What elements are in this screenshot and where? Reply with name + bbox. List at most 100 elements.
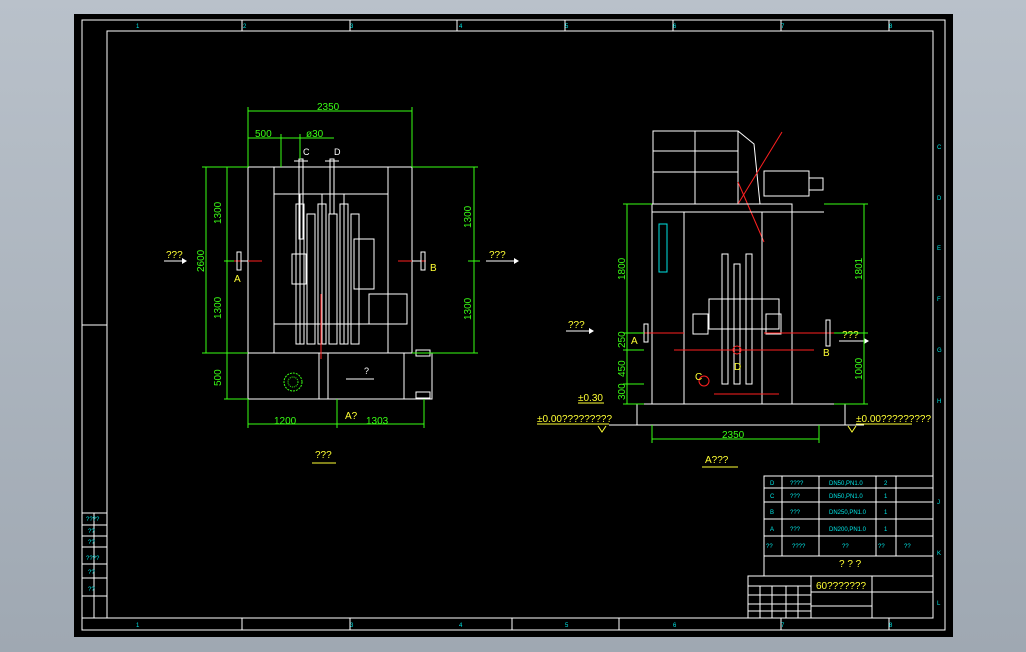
parts-table-caption: ? ? ? (839, 559, 862, 570)
side-dim-width: 2350 (722, 430, 745, 441)
parts-row-name: ??? (790, 510, 801, 516)
row-marker: H (937, 399, 941, 405)
side-base (636, 403, 846, 426)
row-marker: F (937, 297, 941, 303)
side-dim-right-lower: 1000 (854, 357, 865, 380)
col-marker: 6 (673, 24, 677, 30)
col-marker: 5 (565, 623, 569, 629)
side-view: ??? ??? A B C D 1800 250 450 300 ±0.30 ±… (537, 130, 931, 468)
side-port-b: B (823, 348, 830, 359)
side-flow-label-right: ??? (842, 330, 859, 341)
side-port-a: A (631, 336, 638, 347)
front-flow-label-right: ??? (489, 250, 506, 261)
front-port-b: B (430, 263, 437, 274)
row-marker: J (937, 500, 940, 506)
col-marker: 6 (673, 623, 677, 629)
title-block-name: 60??????? (816, 581, 866, 592)
revision-cell: ?? (88, 529, 95, 535)
front-port-d: D (334, 147, 341, 157)
side-level: ±0.30 (578, 393, 603, 404)
col-marker: 8 (889, 24, 893, 30)
parts-row-spec: DN250,PN1.0 (829, 510, 867, 516)
dim-bottom-left: 1200 (274, 416, 297, 427)
parts-row-qty: 1 (884, 527, 888, 533)
col-marker: 1 (136, 623, 140, 629)
col-marker: 1 (136, 24, 140, 30)
dim-lower-left: 1300 (213, 296, 224, 319)
revision-cell: ???? (86, 556, 100, 562)
parts-row-qty: 1 (884, 494, 888, 500)
row-marker: E (937, 246, 941, 252)
row-marker: L (937, 601, 941, 607)
front-port-c: C (303, 147, 310, 157)
parts-row-name: ???? (790, 481, 804, 487)
front-flow-label-left: ??? (166, 250, 183, 261)
dim-overall-width: 2350 (317, 102, 340, 113)
dim-bottom-right: 1303 (366, 416, 389, 427)
row-markers: C D E F G H J K L (937, 145, 942, 607)
parts-row-name: ??? (790, 527, 801, 533)
col-marker: 3 (350, 623, 354, 629)
front-note-q: ? (364, 366, 369, 376)
parts-row-mark: A (770, 527, 774, 533)
dim-total-height: 2600 (196, 249, 207, 272)
revision-cell: ?? (88, 540, 95, 546)
dim-left-offset: 500 (255, 129, 272, 140)
parts-row-spec: DN200,PN1.0 (829, 527, 867, 533)
parts-header-note: ?? (904, 544, 911, 550)
row-marker: K (937, 551, 941, 557)
front-inner-frame (273, 166, 389, 354)
parts-row-qty: 2 (884, 481, 888, 487)
row-marker: G (937, 348, 942, 354)
front-port-a: A (234, 274, 241, 285)
side-ground-left: ±0.00????????? (537, 414, 612, 425)
manhole-symbol (283, 372, 303, 392)
parts-header-spec: ?? (842, 544, 849, 550)
parts-row-mark: C (770, 494, 775, 500)
drawing-frame (81, 19, 946, 631)
side-dim-250: 250 (617, 331, 628, 348)
dim-upper-left: 1300 (213, 201, 224, 224)
top-column-markers: 1 2 3 4 5 6 7 8 (136, 24, 893, 30)
col-marker: 5 (565, 24, 569, 30)
front-view: ? ??? ??? A B C D 2350 500 ø30 2600 1300… (164, 102, 519, 464)
cad-viewport[interactable]: 1 2 3 4 5 6 7 8 1 3 4 5 6 7 8 C D E F G … (74, 14, 953, 637)
side-dim-right: 1801 (854, 257, 865, 280)
parts-row-spec: DN50,PN1.0 (829, 494, 863, 500)
side-port-c: C (695, 372, 702, 383)
side-ground-right: ±0.00????????? (856, 414, 931, 425)
bottom-column-markers: 1 3 4 5 6 7 8 (136, 623, 893, 629)
parts-row-mark: B (770, 510, 774, 516)
row-marker: D (937, 196, 942, 202)
parts-header-mark: ?? (766, 544, 773, 550)
revision-cell: ???? (86, 517, 100, 523)
section-mark: A? (345, 411, 358, 422)
dim-base-height: 500 (213, 369, 224, 386)
dim-upper-right: 1300 (463, 205, 474, 228)
cad-drawing: 1 2 3 4 5 6 7 8 1 3 4 5 6 7 8 C D E F G … (81, 19, 946, 631)
side-dim-300: 300 (617, 383, 628, 400)
side-view-title: A??? (705, 455, 729, 466)
title-block: 60??????? (747, 575, 934, 619)
parts-table: D ???? DN50,PN1.0 2 C ??? DN50,PN1.0 1 B… (763, 475, 934, 577)
col-marker: 7 (781, 24, 785, 30)
col-marker: 7 (781, 623, 785, 629)
col-marker: 2 (243, 24, 247, 30)
front-view-title: ??? (315, 450, 332, 461)
parts-header-name: ???? (792, 544, 806, 550)
side-dim-upper: 1800 (617, 257, 628, 280)
parts-row-qty: 1 (884, 510, 888, 516)
revision-cell: ?? (88, 587, 95, 593)
side-port-d: D (734, 362, 741, 373)
motor-top (763, 170, 810, 197)
col-marker: 3 (350, 24, 354, 30)
parts-row-spec: DN50,PN1.0 (829, 481, 863, 487)
dim-lower-right: 1300 (463, 297, 474, 320)
side-flow-label-left: ??? (568, 320, 585, 331)
parts-header-qty: ?? (878, 544, 885, 550)
dim-pipe-dia: ø30 (306, 129, 324, 140)
parts-row-name: ??? (790, 494, 801, 500)
col-marker: 4 (459, 24, 463, 30)
revision-block: ???? ?? ?? ???? ?? ?? (81, 512, 108, 619)
row-marker: C (937, 145, 942, 151)
